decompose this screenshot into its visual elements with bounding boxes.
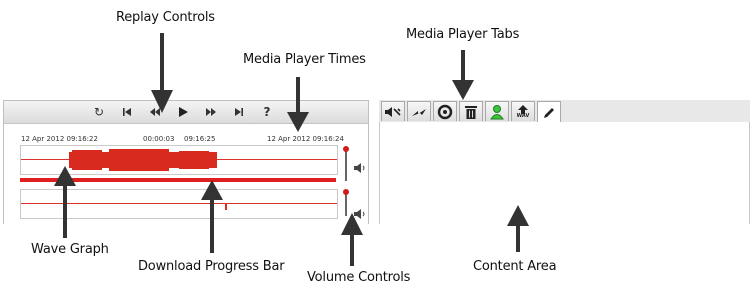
callout-arrows xyxy=(54,33,529,266)
